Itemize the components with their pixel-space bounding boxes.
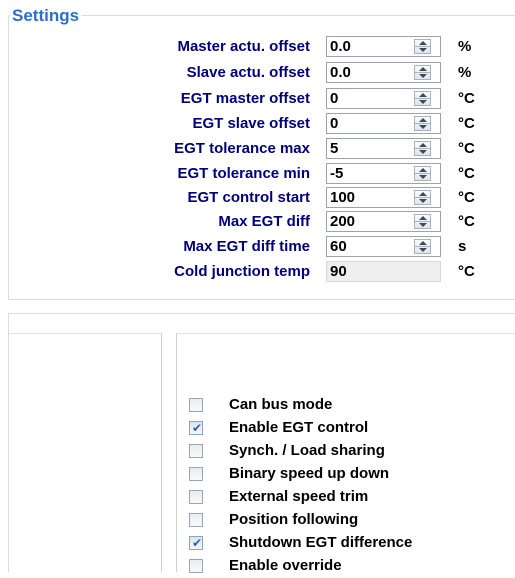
unit-label: % [458, 64, 472, 81]
setting-label: Max EGT diff time [183, 238, 310, 255]
spinner-divider [415, 148, 430, 149]
settings-row: Max EGT diff 200 °C [0, 210, 515, 235]
unit-label: °C [458, 165, 475, 182]
checkbox[interactable] [189, 444, 203, 458]
left-subpanel [8, 333, 162, 572]
setting-label: Slave actu. offset [186, 64, 310, 81]
setting-label: EGT tolerance max [174, 140, 310, 157]
spinner-up-down-icon[interactable] [414, 190, 431, 205]
arrow-down-icon[interactable] [419, 125, 427, 129]
arrow-down-icon[interactable] [419, 74, 427, 78]
checkbox[interactable]: ✔ [189, 536, 203, 550]
arrow-down-icon[interactable] [419, 223, 427, 227]
checkmark-icon: ✔ [192, 421, 203, 435]
unit-label: °C [458, 213, 475, 230]
arrow-down-icon[interactable] [419, 150, 427, 154]
arrow-up-icon[interactable] [419, 168, 427, 172]
spinner-divider [415, 98, 430, 99]
settings-row: Master actu. offset 0.0% [0, 35, 515, 60]
spinner-divider [415, 123, 430, 124]
checkbox-label: External speed trim [229, 488, 369, 505]
arrow-down-icon[interactable] [419, 48, 427, 52]
unit-label: °C [458, 140, 475, 157]
field-value: 0 [330, 115, 339, 132]
checkbox[interactable]: ✔ [189, 421, 203, 435]
field-value: 100 [330, 189, 356, 206]
unit-label: °C [458, 90, 475, 107]
checkbox-label: Can bus mode [229, 396, 333, 413]
spinner-up-down-icon[interactable] [414, 39, 431, 54]
checkbox-label: Synch. / Load sharing [229, 442, 385, 459]
checkmark-icon: ✔ [192, 536, 203, 550]
checkbox-label: Enable override [229, 557, 342, 574]
checkbox[interactable] [189, 513, 203, 527]
settings-row: Max EGT diff time 60 s [0, 235, 515, 260]
checkbox[interactable] [189, 398, 203, 412]
checkbox[interactable] [189, 467, 203, 481]
setting-label: EGT slave offset [192, 115, 310, 132]
settings-title: Settings [10, 6, 82, 26]
arrow-up-icon[interactable] [419, 216, 427, 220]
spinner-divider [415, 46, 430, 47]
settings-row: Slave actu. offset 0.0% [0, 61, 515, 86]
spinner-divider [415, 173, 430, 174]
field-value: 0.0 [330, 64, 351, 81]
field-value: 0 [330, 90, 339, 107]
settings-row: EGT tolerance min -5 °C [0, 162, 515, 187]
arrow-down-icon[interactable] [419, 100, 427, 104]
spinner-up-down-icon[interactable] [414, 141, 431, 156]
settings-row: EGT control start 100 °C [0, 186, 515, 211]
unit-label: % [458, 38, 472, 55]
checkbox-label: Enable EGT control [229, 419, 369, 436]
unit-label: °C [458, 189, 475, 206]
settings-row: Cold junction temp 90 °C [0, 260, 515, 285]
field-value: 60 [330, 238, 347, 255]
field-value: 90 [330, 263, 347, 280]
spinner-divider [415, 72, 430, 73]
arrow-up-icon[interactable] [419, 41, 427, 45]
unit-label: °C [458, 263, 475, 280]
spinner-up-down-icon[interactable] [414, 214, 431, 229]
setting-label: Master actu. offset [177, 38, 310, 55]
arrow-up-icon[interactable] [419, 93, 427, 97]
setting-label: Cold junction temp [174, 263, 310, 280]
arrow-up-icon[interactable] [419, 118, 427, 122]
settings-row: EGT slave offset 0 °C [0, 112, 515, 137]
checkbox-label: Binary speed up down [229, 465, 390, 482]
spinner-divider [415, 221, 430, 222]
arrow-down-icon[interactable] [419, 248, 427, 252]
arrow-up-icon[interactable] [419, 192, 427, 196]
setting-label: EGT control start [187, 189, 310, 206]
field-value: 0.0 [330, 38, 351, 55]
field-value: 5 [330, 140, 339, 157]
checkbox-label: Position following [229, 511, 359, 528]
spinner-divider [415, 246, 430, 247]
checkbox[interactable] [189, 490, 203, 504]
arrow-up-icon[interactable] [419, 241, 427, 245]
setting-label: Max EGT diff [218, 213, 310, 230]
spinner-up-down-icon[interactable] [414, 239, 431, 254]
unit-label: °C [458, 115, 475, 132]
setting-label: EGT master offset [180, 90, 310, 107]
field-value: -5 [330, 165, 344, 182]
arrow-up-icon[interactable] [419, 143, 427, 147]
settings-row: EGT tolerance max 5 °C [0, 137, 515, 162]
spinner-up-down-icon[interactable] [414, 65, 431, 80]
unit-label: s [458, 238, 467, 255]
spinner-up-down-icon[interactable] [414, 166, 431, 181]
spinner-up-down-icon[interactable] [414, 116, 431, 131]
setting-label: EGT tolerance min [177, 165, 310, 182]
spinner-divider [415, 197, 430, 198]
arrow-up-icon[interactable] [419, 67, 427, 71]
readonly-value-field: 90 [326, 261, 441, 282]
field-value: 200 [330, 213, 356, 230]
arrow-down-icon[interactable] [419, 175, 427, 179]
settings-row: EGT master offset 0 °C [0, 87, 515, 112]
arrow-down-icon[interactable] [419, 199, 427, 203]
checkbox-label: Shutdown EGT difference [229, 534, 413, 551]
spinner-up-down-icon[interactable] [414, 91, 431, 106]
